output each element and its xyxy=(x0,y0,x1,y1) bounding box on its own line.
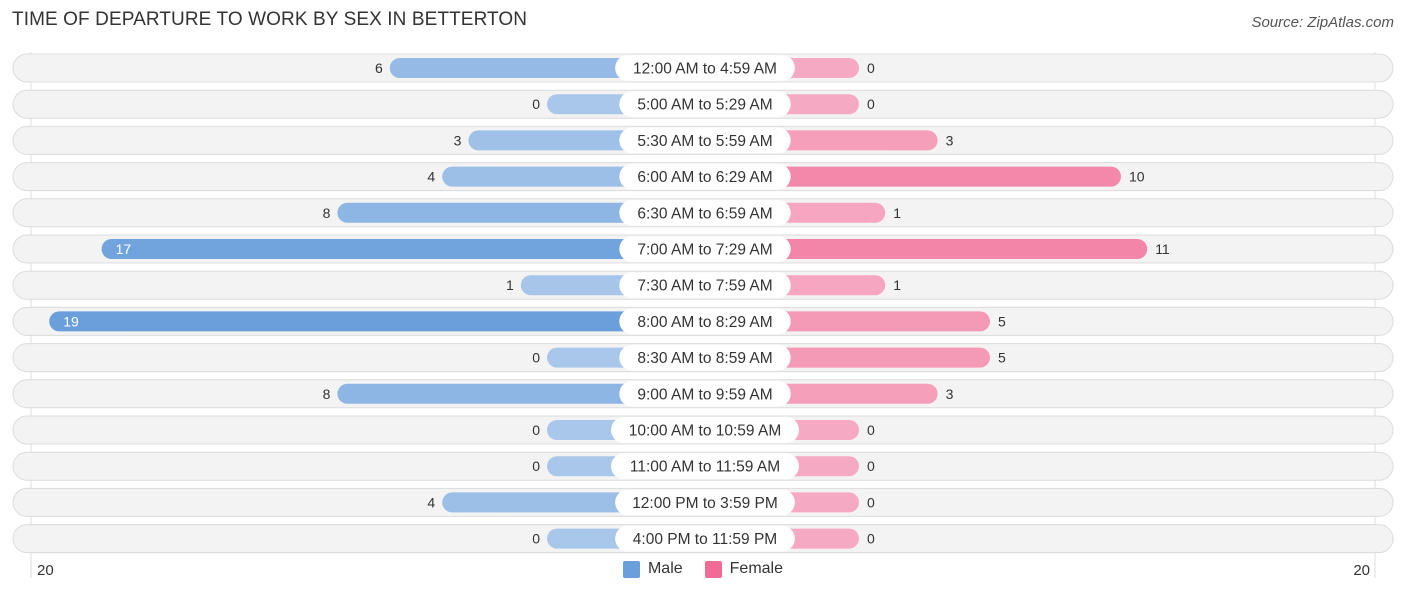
category-label: 10:00 AM to 10:59 AM xyxy=(629,423,782,440)
value-label-female: 0 xyxy=(867,60,875,76)
category-label: 12:00 AM to 4:59 AM xyxy=(633,61,777,78)
legend: Male Female xyxy=(0,560,1406,578)
value-label-female: 11 xyxy=(1155,241,1170,257)
value-label-female: 0 xyxy=(867,458,875,474)
value-label-male: 3 xyxy=(454,132,462,148)
value-label-male: 19 xyxy=(63,313,79,329)
value-label-female: 3 xyxy=(946,386,954,402)
legend-swatch-male xyxy=(622,560,640,578)
value-label-male: 0 xyxy=(532,422,540,438)
category-label: 5:00 AM to 5:29 AM xyxy=(637,97,772,114)
bar-male xyxy=(101,239,704,259)
category-label: 9:00 AM to 9:59 AM xyxy=(637,386,772,403)
legend-label-male: Male xyxy=(647,560,683,577)
category-label: 4:00 PM to 11:59 PM xyxy=(633,531,777,548)
value-label-female: 3 xyxy=(946,132,954,148)
category-label: 7:00 AM to 7:29 AM xyxy=(637,242,772,259)
value-label-male: 0 xyxy=(532,350,540,366)
value-label-male: 4 xyxy=(427,494,435,510)
bar-male xyxy=(49,311,703,332)
value-label-female: 0 xyxy=(867,494,875,510)
value-label-male: 6 xyxy=(375,60,383,76)
value-label-male: 0 xyxy=(532,96,540,112)
chart-canvas: 12:00 AM to 4:59 AM 6 0 5:00 AM to 5:29 AM 0… xyxy=(12,52,1394,578)
value-label-female: 10 xyxy=(1129,169,1145,185)
value-label-female: 5 xyxy=(998,350,1006,366)
legend-label-female: Female xyxy=(729,560,784,577)
value-label-male: 0 xyxy=(532,531,540,547)
value-label-female: 1 xyxy=(893,277,901,293)
value-label-male: 8 xyxy=(323,205,331,221)
category-label: 11:00 AM to 11:59 AM xyxy=(630,459,780,476)
legend-item-female[interactable]: Female xyxy=(704,560,784,578)
legend-item-male[interactable]: Male xyxy=(622,560,683,578)
legend-swatch-female xyxy=(704,560,722,578)
category-label: 6:30 AM to 6:59 AM xyxy=(637,205,772,222)
category-label: 12:00 PM to 3:59 PM xyxy=(632,495,778,512)
value-label-female: 0 xyxy=(867,422,875,438)
value-label-female: 5 xyxy=(998,313,1006,329)
value-label-male: 17 xyxy=(116,241,132,257)
value-label-female: 1 xyxy=(893,205,901,221)
category-label: 8:30 AM to 8:59 AM xyxy=(637,350,772,367)
category-label: 5:30 AM to 5:59 AM xyxy=(637,133,772,150)
value-label-male: 0 xyxy=(532,458,540,474)
value-label-male: 4 xyxy=(427,169,435,185)
category-label: 6:00 AM to 6:29 AM xyxy=(637,169,772,186)
value-label-female: 0 xyxy=(867,531,875,547)
category-label: 7:30 AM to 7:59 AM xyxy=(637,278,772,295)
value-label-male: 8 xyxy=(323,386,331,402)
value-label-male: 1 xyxy=(506,277,514,293)
value-label-female: 0 xyxy=(867,96,875,112)
category-label: 8:00 AM to 8:29 AM xyxy=(637,314,772,331)
